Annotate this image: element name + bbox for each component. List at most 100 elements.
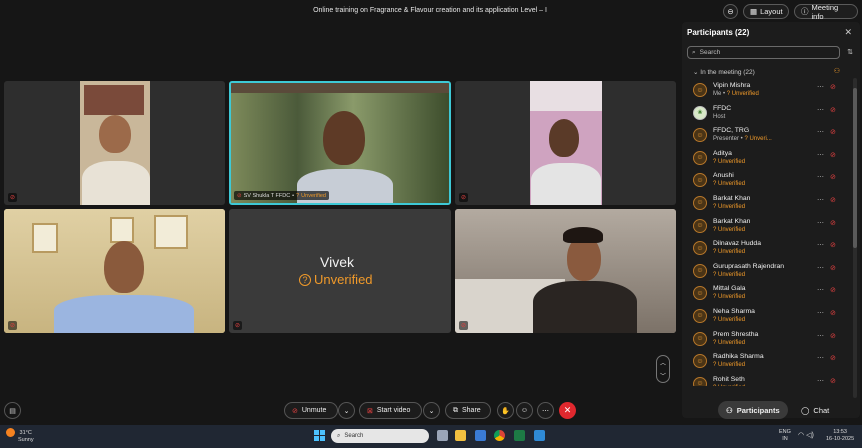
start-video-button[interactable]: ⊠ Start video	[359, 402, 422, 419]
participant-row[interactable]: ☺ Anushi? Unverified ⋯ ⊘	[682, 170, 852, 193]
captions-button[interactable]: ▤	[4, 402, 21, 419]
more-icon[interactable]: ⋯	[817, 83, 824, 91]
info-icon: ⓘ	[801, 7, 809, 16]
participant-name: Anushi	[713, 172, 734, 180]
more-options-button[interactable]: ⋯	[537, 402, 554, 419]
webex-icon[interactable]	[534, 430, 545, 441]
muted-mic-icon[interactable]: ⊘	[830, 173, 836, 181]
more-icon[interactable]: ⋯	[817, 332, 824, 340]
video-tile-6[interactable]: ⊘	[455, 209, 676, 333]
raise-hand-button[interactable]: ✋	[497, 402, 514, 419]
more-icon[interactable]: ⋯	[817, 354, 824, 362]
video-tile-4[interactable]: ⊘	[4, 209, 225, 333]
more-icon[interactable]: ⋯	[817, 241, 824, 249]
tab-chat[interactable]: ◯ Chat	[793, 401, 837, 419]
weather-widget[interactable]: 31°C Sunny	[6, 428, 34, 444]
participant-row[interactable]: ☺ Guruprasath Rajendran ? Unverified ⋯ ⊘	[682, 261, 852, 284]
scrollbar-thumb[interactable]	[853, 88, 857, 248]
language-indicator[interactable]: ENG IN	[779, 429, 791, 443]
participant-name: Guruprasath Rajendran	[713, 262, 785, 270]
sort-icon[interactable]: ⇅	[847, 48, 853, 56]
more-icon[interactable]: ⋯	[817, 264, 824, 272]
more-icon[interactable]: ⋯	[817, 173, 824, 181]
close-icon[interactable]: ✕	[844, 27, 852, 38]
vivek-name: Vivek	[320, 254, 354, 270]
more-icon[interactable]: ⋯	[817, 309, 824, 317]
layout-button[interactable]: ▦ Layout	[743, 4, 789, 19]
meeting-info-button[interactable]: ⓘ Meeting info	[794, 3, 858, 21]
muted-mic-icon: ⊘	[8, 193, 17, 202]
muted-mic-icon[interactable]: ⊘	[830, 128, 836, 136]
video-tile-vivek[interactable]: Vivek ? Unverified ⊘	[229, 209, 451, 333]
share-label: Share	[462, 407, 481, 414]
excel-icon[interactable]	[514, 430, 525, 441]
reactions-button[interactable]: ☺	[516, 402, 533, 419]
muted-mic-icon[interactable]: ⊘	[830, 83, 836, 91]
participant-row[interactable]: ☺ Aditya ? Unverified ⋯ ⊘	[682, 148, 852, 171]
windows-start-icon[interactable]	[314, 430, 325, 441]
file-explorer-icon[interactable]	[455, 430, 466, 441]
participant-subline: ? Unverified	[713, 181, 745, 187]
participant-search-input[interactable]: ⌕ Search	[687, 46, 840, 59]
participants-icon: ⚇	[726, 405, 733, 415]
captions-icon: ▤	[9, 407, 16, 415]
participant-row[interactable]: ☺ Barkat Khan ? Unverified ⋯ ⊘	[682, 216, 852, 239]
participant-row[interactable]: ☺ Dilnavaz Hudda? Unverified ⋯ ⊘	[682, 238, 852, 261]
avatar: ☺	[693, 354, 707, 369]
store-icon[interactable]	[475, 430, 486, 441]
chevron-down-icon[interactable]: ﹀	[660, 371, 666, 380]
in-meeting-section[interactable]: ⌄ In the meeting (22)	[693, 68, 755, 76]
video-tile-1[interactable]: ⊘	[4, 81, 225, 205]
participant-row[interactable]: ☺ Vipin Mishra Me • ? Unverified ⋯ ⊘	[682, 80, 852, 103]
muted-mic-icon[interactable]: ⊘	[830, 106, 836, 114]
panel-scrollbar[interactable]	[853, 78, 857, 398]
participant-row[interactable]: ☺ Barkat Khan ? Unverified ⋯ ⊘	[682, 193, 852, 216]
audio-options-button[interactable]: ⌄	[338, 402, 355, 419]
muted-mic-icon[interactable]: ⊘	[830, 151, 836, 159]
participant-row[interactable]: ☺ Prem Shrestha ? Unverified ⋯ ⊘	[682, 329, 852, 352]
participant-row[interactable]: ❀ FFDC Host ⋯ ⊘	[682, 103, 852, 126]
muted-mic-icon[interactable]: ⊘	[830, 219, 836, 227]
unmute-button[interactable]: ⊘ Unmute	[284, 402, 338, 419]
tile-scroll-control[interactable]: ︿ ﹀	[656, 355, 670, 383]
task-view-icon[interactable]	[437, 430, 448, 441]
search-placeholder: Search	[699, 49, 721, 56]
muted-mic-icon[interactable]: ⊘	[830, 309, 836, 317]
muted-mic-icon[interactable]: ⊘	[830, 196, 836, 204]
participant-subline: ? Unverified	[713, 272, 745, 278]
avatar: ☺	[693, 128, 707, 143]
participant-row[interactable]: ☺ Radhika Sharma? Unverified ⋯ ⊘	[682, 351, 852, 374]
more-icon[interactable]: ⋯	[817, 286, 824, 294]
volume-icon: ◁)	[806, 432, 814, 439]
participant-row[interactable]: ☺ Rohit Seth ? Unverified ⋯ ⊘	[682, 374, 852, 386]
network-volume-icons[interactable]: ◠ ◁)	[798, 432, 814, 439]
participant-row[interactable]: ☺ Mittal Gala? Unverified ⋯ ⊘	[682, 283, 852, 306]
taskbar-search[interactable]: ⌕ Search	[331, 429, 429, 443]
video-tile-active-speaker[interactable]: ⊘ SV Shukla T FFDC • ? Unverified	[229, 81, 451, 205]
clock[interactable]: 13:53 16-10-2025	[826, 429, 854, 443]
more-icon[interactable]: ⋯	[817, 219, 824, 227]
muted-mic-icon[interactable]: ⊘	[830, 241, 836, 249]
more-icon[interactable]: ⋯	[817, 106, 824, 114]
muted-mic-icon[interactable]: ⊘	[830, 354, 836, 362]
participant-status: Unverified	[718, 271, 746, 278]
tab-participants[interactable]: ⚇ Participants	[718, 401, 788, 419]
participant-row[interactable]: ☺ FFDC, TRG Presenter • ? Unveri... ⋯ ⊘	[682, 125, 852, 148]
video-tile-3[interactable]: ⊘	[455, 81, 676, 205]
zoom-button[interactable]: ⊖	[723, 4, 738, 19]
leave-meeting-button[interactable]: ✕	[559, 402, 576, 419]
more-icon[interactable]: ⋯	[817, 196, 824, 204]
muted-mic-icon[interactable]: ⊘	[830, 377, 836, 385]
muted-mic-icon[interactable]: ⊘	[830, 286, 836, 294]
chevron-up-icon[interactable]: ︿	[660, 358, 666, 367]
participant-row[interactable]: ☺ Neha Sharma ? Unverified ⋯ ⊘	[682, 306, 852, 329]
muted-mic-icon[interactable]: ⊘	[830, 264, 836, 272]
video-options-button[interactable]: ⌄	[423, 402, 440, 419]
chrome-icon[interactable]	[494, 430, 505, 441]
more-icon[interactable]: ⋯	[817, 377, 824, 385]
more-icon[interactable]: ⋯	[817, 151, 824, 159]
muted-mic-icon[interactable]: ⊘	[830, 332, 836, 340]
more-icon[interactable]: ⋯	[817, 128, 824, 136]
share-button[interactable]: ⧉ Share	[445, 402, 491, 419]
admit-icon[interactable]: ⚇	[834, 67, 840, 75]
